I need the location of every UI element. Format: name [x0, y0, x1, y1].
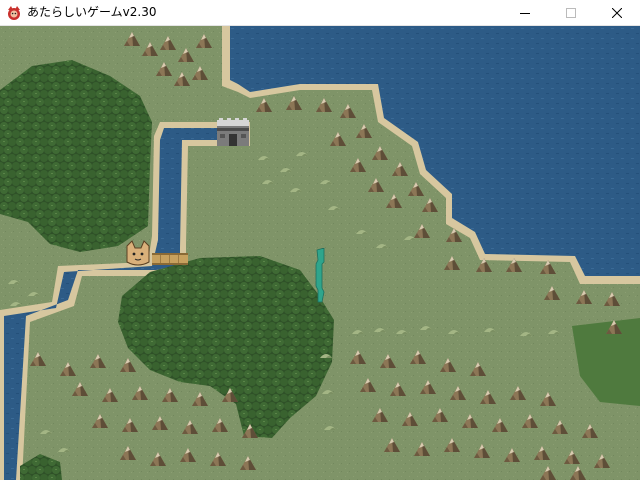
minimize-button[interactable]: [502, 0, 548, 26]
close-button[interactable]: [594, 0, 640, 26]
game-window: あたらしいゲームv2.30: [0, 0, 640, 480]
castle-icon[interactable]: [216, 114, 250, 148]
bridge-icon: [152, 253, 188, 265]
game-viewport[interactable]: [0, 26, 640, 480]
close-icon: [612, 8, 622, 18]
title-bar[interactable]: あたらしいゲームv2.30: [0, 0, 640, 26]
window-title: あたらしいゲームv2.30: [27, 5, 157, 19]
maximize-icon: [566, 8, 576, 18]
maximize-button[interactable]: [548, 0, 594, 26]
player-icon[interactable]: [312, 248, 332, 304]
game-app-icon: [8, 6, 20, 20]
cat-face-icon[interactable]: [124, 240, 152, 268]
minimize-icon: [520, 13, 530, 14]
